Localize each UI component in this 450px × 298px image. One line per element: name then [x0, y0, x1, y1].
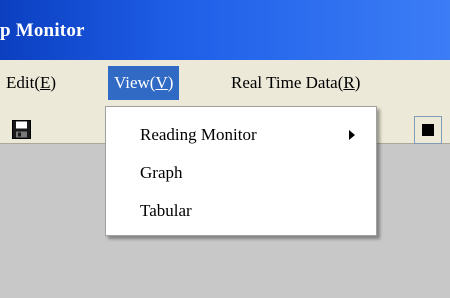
menu-edit-label: Edit(	[6, 73, 40, 92]
stop-icon	[422, 124, 434, 136]
menu-view-label: View(	[114, 73, 156, 92]
menu-bar: Edit(E) View(V) Real Time Data(R)	[0, 60, 450, 104]
menu-view-accel: V	[155, 73, 168, 92]
menu-edit-close: )	[50, 73, 57, 92]
menu-item-reading-monitor-label: Reading Monitor	[140, 125, 257, 144]
menu-item-tabular[interactable]: Tabular	[106, 197, 376, 225]
save-icon[interactable]	[12, 120, 31, 139]
menu-edit[interactable]: Edit(E)	[0, 66, 62, 100]
menu-view[interactable]: View(V)	[108, 66, 180, 100]
submenu-arrow-icon	[349, 130, 355, 140]
window-title: p Monitor	[0, 20, 85, 41]
menu-real-time-data-label: Real Time Data(	[231, 73, 344, 92]
menu-real-time-data[interactable]: Real Time Data(R)	[225, 66, 366, 100]
menu-item-graph-label: Graph	[140, 163, 183, 182]
menu-edit-accel: E	[40, 73, 51, 92]
menu-item-graph[interactable]: Graph	[106, 159, 376, 187]
menu-real-time-data-close: )	[354, 73, 361, 92]
view-menu-dropdown: Reading Monitor Graph Tabular	[105, 106, 377, 236]
menu-view-close: )	[167, 73, 174, 92]
menu-item-reading-monitor[interactable]: Reading Monitor	[106, 121, 376, 149]
stop-button[interactable]	[414, 116, 442, 144]
title-bar[interactable]: p Monitor	[0, 0, 450, 60]
menu-real-time-data-accel: R	[343, 73, 355, 92]
menu-item-tabular-label: Tabular	[140, 201, 192, 220]
